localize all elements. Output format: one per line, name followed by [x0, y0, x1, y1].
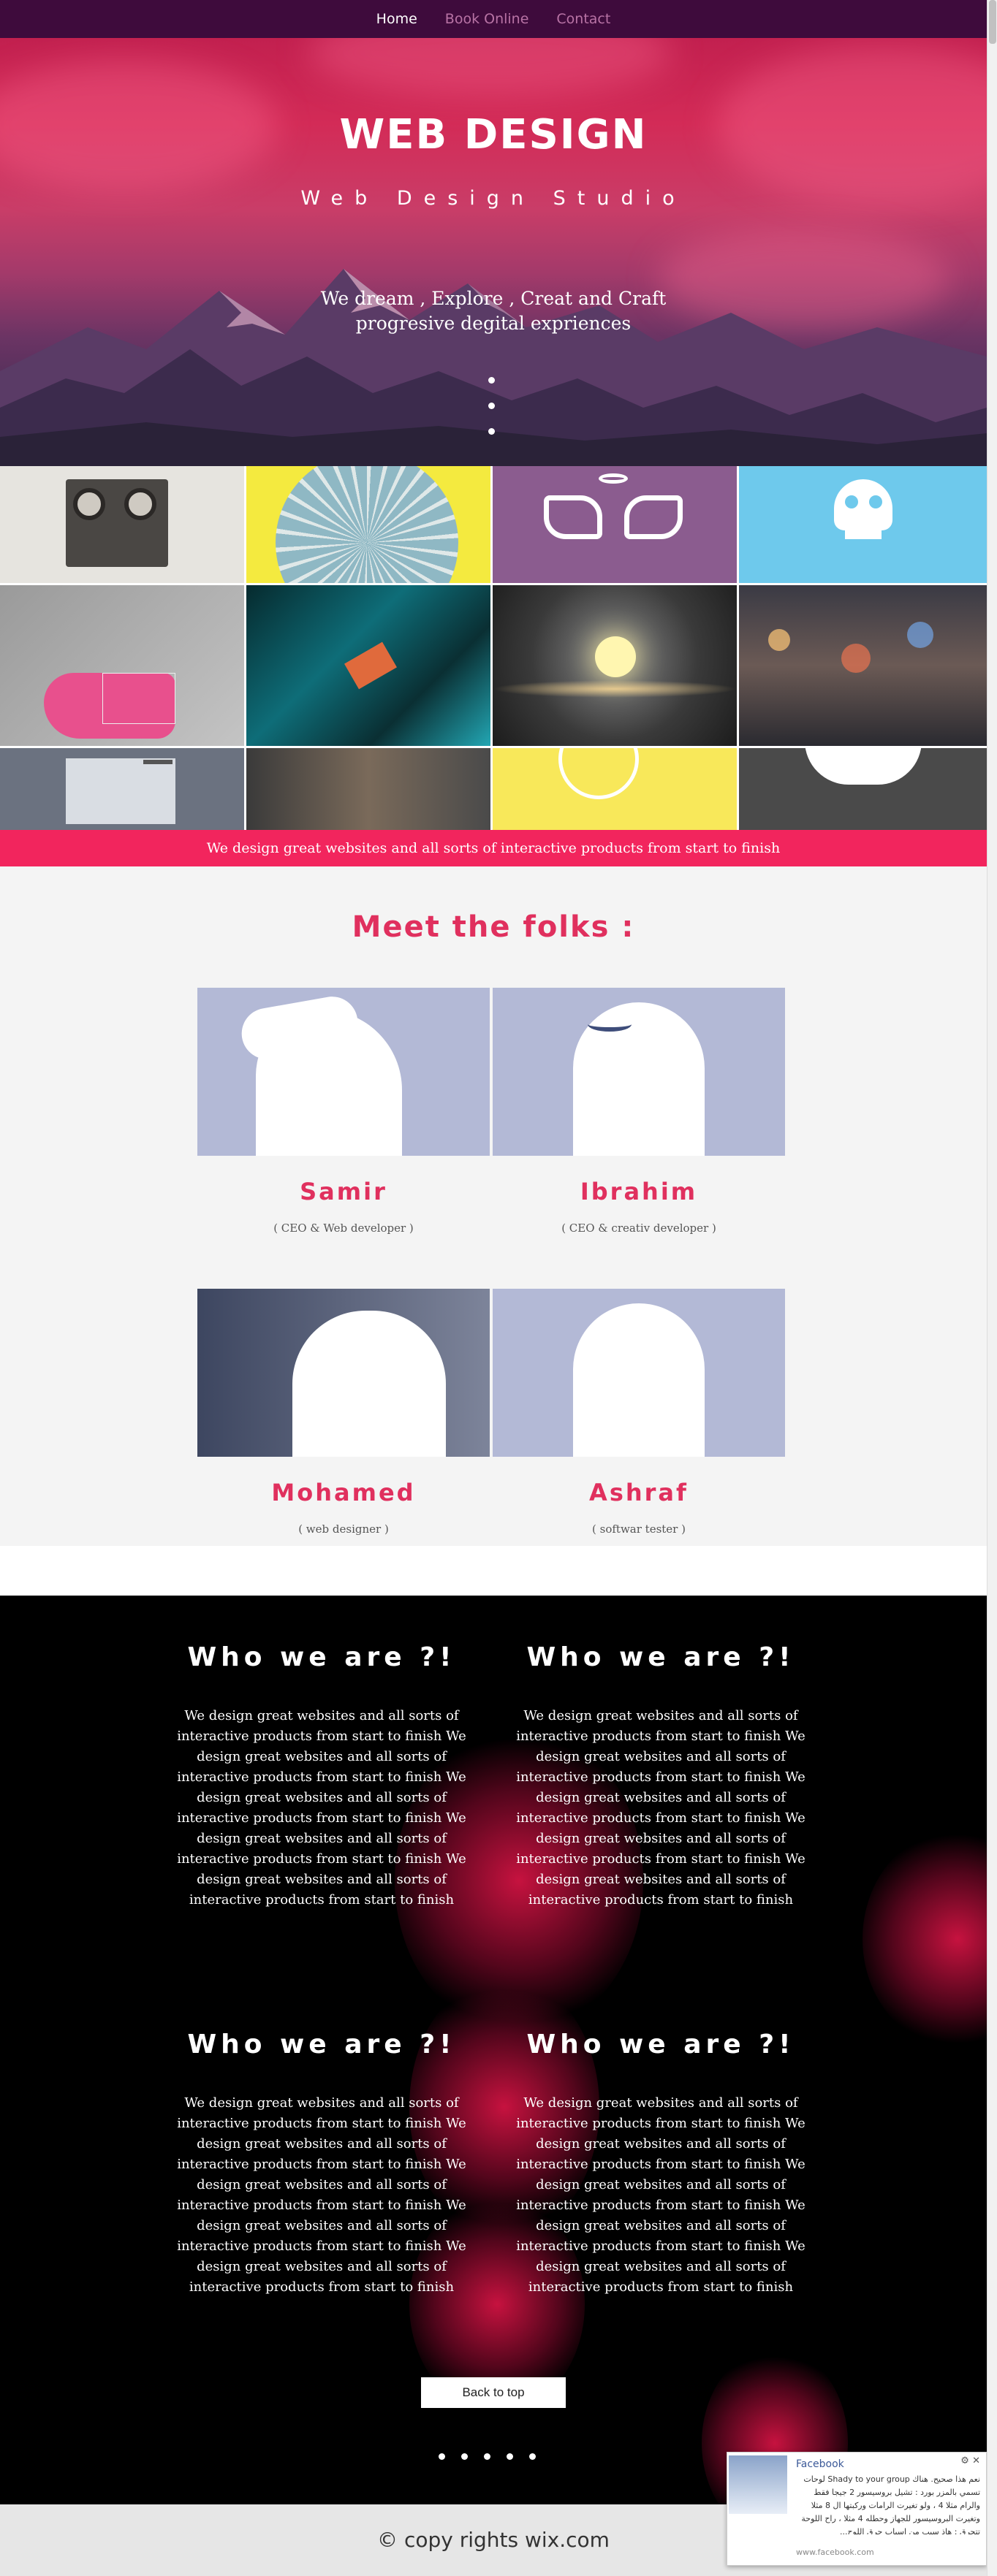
nav-home[interactable]: Home — [376, 11, 417, 27]
gallery-tile-lightbulb[interactable] — [493, 585, 737, 746]
member-role: ( web designer ) — [298, 1523, 389, 1536]
gallery-tile-yellow-bulb[interactable] — [493, 748, 737, 830]
about-section: Who we are ?! We design great websites a… — [0, 1596, 987, 2504]
hero-subtitle: Web Design Studio — [300, 187, 686, 210]
slide-dot[interactable] — [488, 403, 495, 409]
gallery-tile-skull[interactable] — [739, 466, 987, 583]
team-member-card: Ibrahim ( CEO & creativ developer ) — [493, 988, 785, 1235]
hero-tagline: We dream , Explore , Creat and Craft pro… — [0, 286, 987, 336]
about-heading: Who we are ?! — [187, 2030, 456, 2059]
about-heading: Who we are ?! — [187, 1642, 456, 1672]
hero-tagline-line2: progresive degital expriences — [355, 313, 632, 334]
gallery-tile-concrete-chair[interactable] — [0, 585, 244, 746]
notification-controls[interactable]: ⚙ ✕ — [960, 2455, 980, 2466]
about-text: We design great websites and all sorts o… — [516, 1708, 805, 1908]
slide-dot[interactable] — [439, 2453, 445, 2460]
tagline-banner: We design great websites and all sorts o… — [0, 830, 987, 866]
about-column: Who we are ?! We design great websites a… — [175, 2030, 468, 2298]
about-column: Who we are ?! We design great websites a… — [515, 1642, 807, 1910]
notification-text: نعم هذا صحيح. هناك Shady to your group ل… — [801, 2474, 980, 2534]
slide-dot[interactable] — [529, 2453, 536, 2460]
hero-tagline-line1: We dream , Explore , Creat and Craft — [320, 288, 667, 309]
team-member-card: Ashraf ( softwar tester ) — [493, 1289, 785, 1536]
scrollbar-thumb[interactable] — [989, 0, 996, 44]
facebook-notification[interactable]: Facebook ⚙ ✕ نعم هذا صحيح. هناك Shady to… — [727, 2452, 987, 2566]
slide-dot[interactable] — [461, 2453, 468, 2460]
gallery-tile-cloud[interactable] — [739, 748, 987, 830]
about-text: We design great websites and all sorts o… — [177, 1708, 466, 1908]
hero-section: WEB DESIGN Web Design Studio We dream , … — [0, 38, 987, 466]
nav-book-online[interactable]: Book Online — [445, 11, 529, 27]
member-photo — [197, 988, 490, 1156]
slide-dot[interactable] — [488, 377, 495, 384]
member-role: ( softwar tester ) — [592, 1523, 686, 1536]
notification-link[interactable]: www.facebook.com — [796, 2548, 874, 2557]
gallery-tile-bokeh-road[interactable] — [739, 585, 987, 746]
about-column: Who we are ?! We design great websites a… — [175, 1642, 468, 1910]
page-scrollbar[interactable] — [987, 0, 997, 2576]
gallery-tile-tape-recorder[interactable] — [0, 466, 244, 583]
member-role: ( CEO & Web developer ) — [273, 1222, 414, 1235]
settings-icon[interactable]: ⚙ — [960, 2455, 969, 2466]
hero-title: WEB DESIGN — [339, 111, 648, 159]
about-text: We design great websites and all sorts o… — [177, 2095, 466, 2295]
bottom-slide-dots — [439, 2453, 536, 2460]
about-text: We design great websites and all sorts o… — [516, 2095, 805, 2295]
gallery-tile-web-mockup[interactable] — [0, 748, 244, 830]
member-name: Ibrahim — [580, 1178, 698, 1205]
gallery-tile-teal-machine[interactable] — [246, 585, 490, 746]
back-to-top-button[interactable]: Back to top — [421, 2377, 566, 2408]
member-name: Samir — [300, 1178, 387, 1205]
about-heading: Who we are ?! — [526, 2030, 795, 2059]
nav-contact[interactable]: Contact — [556, 11, 610, 27]
member-name: Ashraf — [589, 1479, 689, 1506]
team-heading: Meet the folks : — [352, 910, 635, 944]
team-member-card: Samir ( CEO & Web developer ) — [197, 988, 490, 1235]
gallery-tile-wings[interactable] — [493, 466, 737, 583]
top-nav: Home Book Online Contact — [0, 0, 987, 38]
portfolio-gallery — [0, 466, 987, 830]
gallery-tile-ferris-wheel[interactable] — [246, 466, 490, 583]
member-photo — [493, 988, 785, 1156]
team-section: Meet the folks : Samir ( CEO & Web devel… — [0, 866, 987, 1546]
notification-avatar — [729, 2455, 787, 2514]
hero-slide-dots — [488, 377, 495, 435]
close-icon[interactable]: ✕ — [972, 2455, 980, 2466]
member-photo — [493, 1289, 785, 1457]
member-name: Mohamed — [271, 1479, 416, 1506]
member-photo — [197, 1289, 490, 1457]
about-column: Who we are ?! We design great websites a… — [515, 2030, 807, 2298]
notification-title: Facebook — [796, 2458, 844, 2470]
slide-dot[interactable] — [488, 428, 495, 435]
team-member-card: Mohamed ( web designer ) — [197, 1289, 490, 1536]
member-role: ( CEO & creativ developer ) — [561, 1222, 716, 1235]
slide-dot[interactable] — [484, 2453, 490, 2460]
gallery-tile-blur-lights[interactable] — [246, 748, 490, 830]
about-heading: Who we are ?! — [526, 1642, 795, 1672]
slide-dot[interactable] — [507, 2453, 513, 2460]
